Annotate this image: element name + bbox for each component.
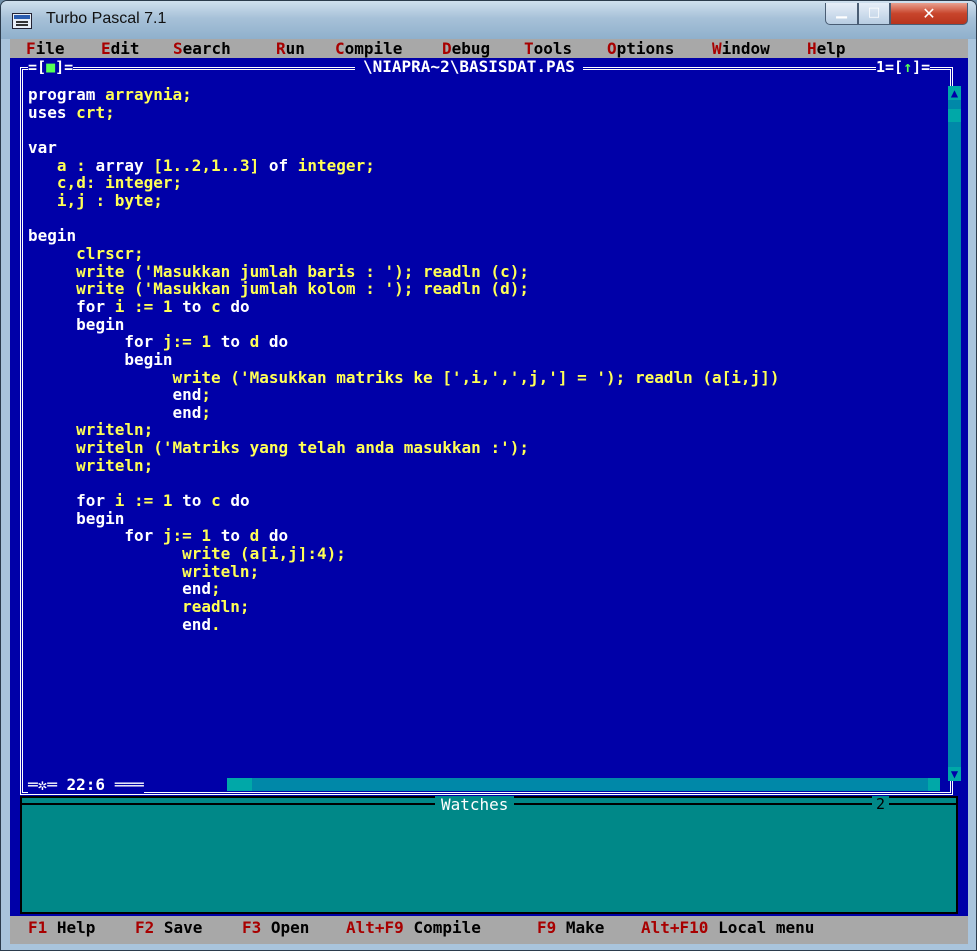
menu-debug[interactable]: Debug	[442, 39, 490, 58]
code-line[interactable]: for i := 1 to c do	[28, 298, 779, 316]
code-line[interactable]: write ('Masukkan matriks ke [',i,',',j,'…	[28, 368, 780, 387]
window-title: Turbo Pascal 7.1	[46, 10, 167, 27]
menu-help[interactable]: Help	[807, 39, 846, 58]
code-line[interactable]: write ('Masukkan jumlah kolom : '); read…	[28, 280, 779, 298]
code-line[interactable]	[28, 474, 779, 492]
zoom-arrow-icon: ↑	[903, 58, 913, 76]
code-line[interactable]: begin	[28, 351, 779, 369]
menu-search[interactable]: Search	[173, 39, 231, 58]
code-editor[interactable]: program arraynia; uses crt; var a : array …	[28, 86, 779, 633]
editor-window-number[interactable]: 1=[↑]=	[876, 58, 931, 76]
code-line[interactable]: end.	[28, 615, 779, 634]
menu-options[interactable]: Options	[607, 39, 674, 58]
menu-file[interactable]: File	[26, 39, 65, 58]
menu-run[interactable]: Run	[276, 39, 305, 58]
fkey-open[interactable]: F3 Open	[242, 917, 309, 939]
minimize-icon: ▁	[836, 3, 847, 19]
code-line[interactable]: i,j : byte;	[28, 192, 779, 210]
horizontal-scrollbar[interactable]	[227, 778, 940, 791]
menu-bar: File Edit Search Run Compile Debug Tools…	[10, 39, 968, 58]
code-line[interactable]: for j:= 1 to d do	[28, 333, 779, 351]
vertical-scrollbar[interactable]: ▲ ▼	[948, 86, 961, 781]
scroll-up-arrow-icon[interactable]: ▲	[948, 86, 961, 100]
app-window: Turbo Pascal 7.1 ▁ □ ✕ File Edit Search …	[0, 0, 977, 951]
menu-window[interactable]: Window	[712, 39, 770, 58]
maximize-icon: □	[867, 5, 881, 20]
scroll-down-arrow-icon[interactable]: ▼	[948, 767, 961, 781]
function-key-bar: F1 Help F2 Save F3 Open Alt+F9 Compile F…	[10, 916, 968, 944]
code-line[interactable]: end;	[28, 580, 779, 598]
fkey-compile[interactable]: Alt+F9 Compile	[346, 917, 481, 939]
code-line[interactable]: begin	[28, 315, 779, 334]
code-line[interactable]: writeln;	[28, 562, 779, 581]
close-box-icon: ■	[46, 58, 56, 76]
editor-close-box[interactable]: =[■]=	[28, 58, 74, 76]
code-line[interactable]: end;	[28, 403, 779, 422]
menu-tools[interactable]: Tools	[524, 39, 572, 58]
code-line[interactable]: write ('Masukkan jumlah baris : '); read…	[28, 262, 779, 281]
minimize-button[interactable]: ▁	[825, 3, 858, 25]
code-line[interactable]: begin	[28, 227, 779, 245]
code-line[interactable]: readln;	[28, 598, 779, 616]
close-button[interactable]: ✕	[890, 3, 968, 25]
dos-client-area: File Edit Search Run Compile Debug Tools…	[10, 39, 968, 944]
fkey-help[interactable]: F1 Help	[28, 917, 95, 939]
code-line[interactable]	[28, 121, 779, 139]
code-line[interactable]: var	[28, 139, 779, 157]
maximize-button[interactable]: □	[858, 3, 890, 25]
code-line[interactable]: for i := 1 to c do	[28, 492, 779, 510]
watches-window-number: 2	[872, 796, 890, 813]
menu-edit[interactable]: Edit	[101, 39, 140, 58]
resize-corner-icon[interactable]	[928, 778, 940, 791]
fkey-make[interactable]: F9 Make	[537, 917, 604, 939]
code-line[interactable]: begin	[28, 509, 779, 528]
code-line[interactable]: a : array [1..2,1..3] of integer;	[28, 156, 779, 175]
code-line[interactable]: clrscr;	[28, 245, 779, 263]
code-line[interactable]	[28, 210, 779, 228]
menu-compile[interactable]: Compile	[335, 39, 402, 58]
code-line[interactable]: c,d: integer;	[28, 174, 779, 192]
cursor-position: ═✲═ 22:6 ═══	[28, 775, 144, 794]
editor-filename: \NIAPRA~2\BASISDAT.PAS	[355, 59, 583, 75]
code-line[interactable]: writeln ('Matriks yang telah anda masukk…	[28, 439, 779, 457]
code-line[interactable]: writeln;	[28, 421, 779, 439]
title-bar[interactable]: Turbo Pascal 7.1 ▁ □ ✕	[1, 1, 976, 39]
vertical-scroll-thumb[interactable]	[948, 109, 961, 122]
code-line[interactable]: writeln;	[28, 456, 779, 475]
code-line[interactable]: program arraynia;	[28, 86, 779, 104]
fkey-save[interactable]: F2 Save	[135, 917, 202, 939]
watches-title: Watches	[435, 796, 515, 813]
code-line[interactable]: write (a[i,j]:4);	[28, 545, 779, 563]
horizontal-scroll-thumb[interactable]	[227, 778, 252, 791]
close-icon: ✕	[922, 4, 936, 23]
turbo-pascal-app-icon[interactable]	[12, 13, 32, 29]
code-line[interactable]: end;	[28, 386, 779, 404]
code-line[interactable]: for j:= 1 to d do	[28, 527, 779, 545]
fkey-local-menu[interactable]: Alt+F10 Local menu	[641, 917, 814, 939]
code-line[interactable]: uses crt;	[28, 103, 779, 122]
